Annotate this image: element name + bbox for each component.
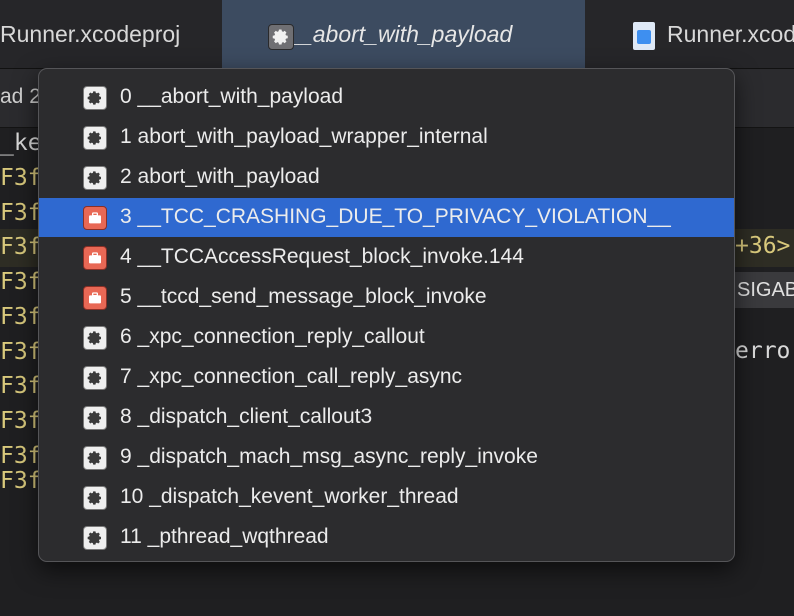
tab-label: Runner.xcod: [667, 20, 794, 47]
jump-bar-text: ad 2: [0, 85, 41, 108]
tab-label: Runner.xcodeproj: [0, 20, 181, 47]
code-line: F3f: [0, 165, 42, 191]
code-line: F3f: [0, 373, 42, 399]
menu-item-frame-0[interactable]: 0 __abort_with_payload: [39, 78, 734, 117]
menu-item-frame-8[interactable]: 8 _dispatch_client_callout3: [39, 398, 734, 437]
gear-icon: [83, 406, 107, 430]
gear-icon: [83, 166, 107, 190]
gear-icon: [83, 446, 107, 470]
menu-item-label: 9 _dispatch_mach_msg_async_reply_invoke: [120, 445, 538, 468]
menu-item-label: 7 _xpc_connection_call_reply_async: [120, 365, 463, 388]
briefcase-icon: [83, 246, 107, 270]
briefcase-icon: [83, 206, 107, 230]
gear-icon: [83, 366, 107, 390]
menu-item-frame-5[interactable]: 5 __tccd_send_message_block_invoke: [39, 278, 734, 317]
stack-frame-menu: 0 __abort_with_payload 1 abort_with_payl…: [38, 68, 735, 562]
code-line: _ke: [0, 130, 42, 156]
menu-item-label: 3 __TCC_CRASHING_DUE_TO_PRIVACY_VIOLATIO…: [120, 205, 671, 228]
menu-item-label: 4 __TCCAccessRequest_block_invoke.144: [120, 245, 524, 268]
menu-item-label: 1 abort_with_payload_wrapper_internal: [120, 125, 488, 148]
code-line: F3f: [0, 339, 42, 365]
frame-offset-text: +36>: [735, 233, 791, 259]
gear-icon: [83, 126, 107, 150]
menu-item-label: 10 _dispatch_kevent_worker_thread: [120, 485, 459, 508]
menu-item-frame-10[interactable]: 10 _dispatch_kevent_worker_thread: [39, 478, 734, 517]
menu-item-frame-4[interactable]: 4 __TCCAccessRequest_block_invoke.144: [39, 238, 734, 277]
gear-icon: [83, 526, 107, 550]
menu-item-frame-3[interactable]: 3 __TCC_CRASHING_DUE_TO_PRIVACY_VIOLATIO…: [39, 198, 734, 237]
menu-item-frame-9[interactable]: 9 _dispatch_mach_msg_async_reply_invoke: [39, 438, 734, 477]
tab-label: 0 __abort_with_payload: [268, 20, 513, 47]
menu-item-frame-1[interactable]: 1 abort_with_payload_wrapper_internal: [39, 118, 734, 157]
tab-runner-xcode[interactable]: Runner.xcod: [633, 0, 794, 68]
menu-item-frame-2[interactable]: 2 abort_with_payload: [39, 158, 734, 197]
menu-item-frame-7[interactable]: 7 _xpc_connection_call_reply_async: [39, 358, 734, 397]
menu-item-label: 8 _dispatch_client_callout3: [120, 405, 373, 428]
gear-icon: [83, 486, 107, 510]
menu-item-label: 6 _xpc_connection_reply_callout: [120, 325, 425, 348]
code-line: F3f: [0, 304, 42, 330]
code-line: F3f: [0, 269, 42, 295]
menu-item-label: 11 _pthread_wqthread: [120, 525, 329, 548]
briefcase-icon: [83, 286, 107, 310]
gear-icon: [83, 326, 107, 350]
code-line: F3f: [0, 468, 42, 494]
editor-tab-bar: Runner.xcodeproj 0 __abort_with_payload …: [0, 0, 794, 69]
menu-item-label: 2 abort_with_payload: [120, 165, 320, 188]
menu-item-label: 0 __abort_with_payload: [120, 85, 344, 108]
menu-item-label: 5 __tccd_send_message_block_invoke: [120, 285, 487, 308]
signal-annotation-badge[interactable]: SIGAB: [735, 272, 794, 308]
gear-icon: [268, 24, 294, 50]
code-line: F3f: [0, 408, 42, 434]
code-line: F3f: [0, 200, 42, 226]
menu-item-frame-6[interactable]: 6 _xpc_connection_reply_callout: [39, 318, 734, 357]
code-line: F3f: [0, 234, 42, 260]
menu-item-frame-11[interactable]: 11 _pthread_wqthread: [39, 518, 734, 557]
gear-icon: [83, 86, 107, 110]
tab-runner-xcodeproj[interactable]: Runner.xcodeproj: [0, 0, 180, 68]
error-text-fragment: erro: [735, 338, 791, 364]
